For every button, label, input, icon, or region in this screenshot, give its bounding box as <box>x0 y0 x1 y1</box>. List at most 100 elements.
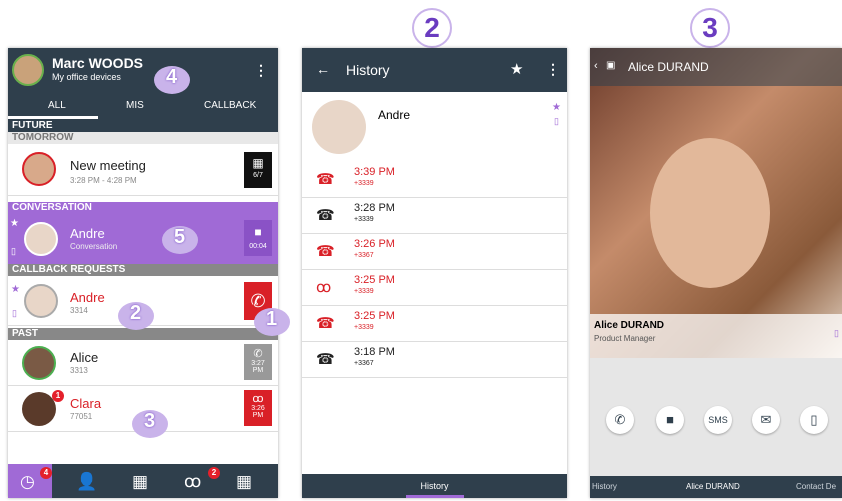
calendar-icon[interactable]: ▦ 6/7 <box>244 152 272 188</box>
alice-call-icon[interactable]: ✆ 3:27 PM <box>244 344 272 380</box>
voicemail-badge: 2 <box>208 467 220 479</box>
voicemail-glyph: ꝏ <box>252 393 264 405</box>
step-number-2: 2 <box>412 8 452 48</box>
hand-number: 4 <box>166 66 178 88</box>
chat-glyph: ■ <box>254 225 262 239</box>
tab-callback[interactable]: CALLBACK <box>204 100 256 111</box>
contact-title: Alice DURAND <box>628 60 709 74</box>
section-conversation: CONVERSATION <box>8 202 278 214</box>
header: ‹ ▣ Alice DURAND <box>590 48 842 86</box>
tab-contact-name[interactable]: Alice DURAND <box>686 482 740 491</box>
dialpad-icon[interactable]: ▦ <box>132 472 148 492</box>
clara-avatar <box>22 392 56 426</box>
hand-pointer-icon: 4 <box>152 60 192 96</box>
meeting-time: 3:28 PM - 4:28 PM <box>70 176 137 185</box>
call-button[interactable]: ✆ <box>606 406 634 434</box>
history-number: +3367 <box>354 252 374 259</box>
history-badge: 4 <box>40 467 52 479</box>
calendar-icon[interactable]: ▦ <box>236 472 252 492</box>
menu-icon[interactable]: ⋮ <box>254 62 268 79</box>
meeting-badge: 6/7 <box>253 172 263 179</box>
call-type-icon: ꝏ <box>316 279 332 296</box>
history-number: +3339 <box>354 324 374 331</box>
contacts-icon[interactable]: 👤 <box>76 472 97 492</box>
back-arrow-icon[interactable]: ← <box>316 61 330 77</box>
history-number: +3339 <box>354 288 374 295</box>
unfavorite-icon[interactable]: ★ <box>510 60 523 78</box>
history-row[interactable]: ☎ 3:39 PM +3339 <box>302 162 567 198</box>
footer: History <box>302 474 567 498</box>
voicemail-icon[interactable]: ꝏ 3:26 PM <box>244 390 272 426</box>
header: ← History ★ ⋮ <box>302 48 567 92</box>
user-avatar[interactable] <box>12 54 44 86</box>
menu-icon[interactable]: ⋮ <box>546 61 560 78</box>
mobile-icon: ▯ <box>11 246 16 256</box>
contact-avatar <box>312 100 366 154</box>
tab-history[interactable]: History <box>592 482 617 491</box>
history-time: 3:28 PM <box>354 202 395 214</box>
contact-name: Alice DURAND <box>594 320 665 331</box>
email-button[interactable]: ✉ <box>752 406 780 434</box>
contact-card[interactable]: Andre ★ ▯ <box>302 92 567 162</box>
alice-ampm: PM <box>252 367 264 374</box>
sms-button[interactable]: SMS <box>704 406 732 434</box>
tab-all-underline <box>8 116 98 119</box>
history-number: +3367 <box>354 360 374 367</box>
name-band: Alice DURAND Product Manager ▯ <box>590 314 842 358</box>
hand-pointer-icon: 1 <box>252 302 292 338</box>
phone-2-screen: ← History ★ ⋮ Andre ★ ▯ ☎ 3:39 PM +3339 ☎ 3:… <box>302 48 567 498</box>
user-name: Marc WOODS <box>52 55 144 71</box>
meeting-row[interactable]: New meeting 3:28 PM - 4:28 PM ▦ 6/7 <box>8 144 278 196</box>
tab-contact-details[interactable]: Contact De <box>796 482 836 491</box>
history-number: +3339 <box>354 180 374 187</box>
tabs: ALL MIS CALLBACK <box>8 92 278 120</box>
call-type-icon: ☎ <box>316 243 335 260</box>
contact-icon: ▣ <box>606 60 616 71</box>
star-icon: ★ <box>11 284 20 295</box>
chat-button[interactable]: ■ <box>656 406 684 434</box>
history-row[interactable]: ☎ 3:25 PM +3339 <box>302 306 567 342</box>
history-time: 3:25 PM <box>354 310 395 322</box>
back-icon[interactable]: ‹ <box>594 60 598 72</box>
mobile-icon: ▯ <box>12 308 17 318</box>
chat-icon[interactable]: ■ 00:04 <box>244 220 272 256</box>
history-row[interactable]: ☎ 3:18 PM +3367 <box>302 342 567 378</box>
footer-underline <box>406 495 464 498</box>
face-placeholder <box>650 138 770 288</box>
header: Marc WOODS My office devices ⋮ <box>8 48 278 92</box>
footer-label[interactable]: History <box>420 481 448 491</box>
hand-pointer-icon: 5 <box>160 220 200 256</box>
calendar-glyph: ▦ <box>252 156 264 170</box>
alice-num: 3313 <box>70 366 88 375</box>
call-type-icon: ☎ <box>316 207 335 224</box>
clara-ampm: PM <box>252 412 264 419</box>
clara-name: Clara <box>70 396 102 411</box>
call-type-icon: ☎ <box>316 315 335 332</box>
mobile-button[interactable]: ▯ <box>800 406 828 434</box>
history-number: +3339 <box>354 216 374 223</box>
alice-row[interactable]: Alice 3313 ✆ 3:27 PM <box>8 340 278 386</box>
history-icon[interactable]: ◷ <box>20 472 35 492</box>
tab-missed[interactable]: MIS <box>126 100 144 111</box>
tab-all[interactable]: ALL <box>48 100 66 111</box>
conversation-row[interactable]: ★ ▯ Andre Conversation ■ 00:04 <box>8 214 278 264</box>
history-row[interactable]: ☎ 3:26 PM +3367 <box>302 234 567 270</box>
voicemail-icon[interactable]: ꝏ <box>184 472 201 492</box>
alice-time: 3:27 <box>251 360 265 367</box>
bottom-nav: ◷ 4 👤 ▦ ꝏ 2 ▦ <box>8 464 278 498</box>
mobile-icon: ▯ <box>834 328 839 338</box>
history-time: 3:26 PM <box>354 238 395 250</box>
bottom-tabs: History Alice DURAND Contact De <box>590 476 842 498</box>
mobile-icon: ▯ <box>554 116 559 126</box>
hand-number: 2 <box>130 302 142 324</box>
call-type-icon: ☎ <box>316 351 335 368</box>
callback-num: 3314 <box>70 306 88 315</box>
user-sub: My office devices <box>52 72 121 82</box>
clara-num: 77051 <box>70 412 93 421</box>
callback-avatar <box>24 284 58 318</box>
history-row[interactable]: ꝏ 3:25 PM +3339 <box>302 270 567 306</box>
history-row[interactable]: ☎ 3:28 PM +3339 <box>302 198 567 234</box>
section-tomorrow: TOMORROW <box>8 132 278 144</box>
history-time: 3:18 PM <box>354 346 395 358</box>
history-title: History <box>346 62 390 78</box>
